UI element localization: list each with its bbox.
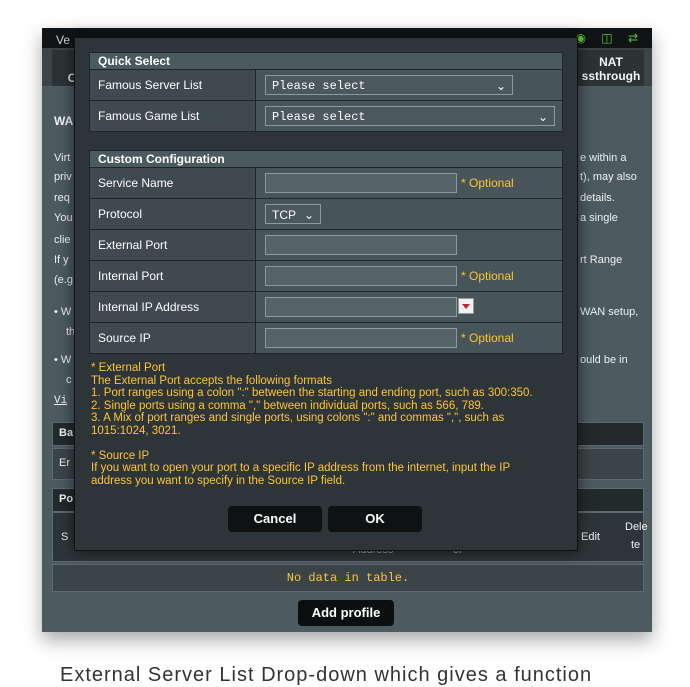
service-name-input[interactable] <box>265 173 457 193</box>
internal-ip-label: Internal IP Address <box>90 292 256 322</box>
bg-text-line: Virt <box>54 152 71 164</box>
tab-nat-line2: ssthrough <box>581 69 641 83</box>
famous-server-label: Famous Server List <box>90 70 256 100</box>
bg-text-line: e within a <box>580 152 627 164</box>
famous-game-label: Famous Game List <box>90 101 256 131</box>
no-data-row: No data in table. <box>52 564 644 592</box>
internal-port-label: Internal Port <box>90 261 256 291</box>
famous-server-row: Famous Server List Please select ⌄ <box>89 70 563 101</box>
internal-ip-row: Internal IP Address <box>89 292 563 323</box>
service-name-row: Service Name * Optional <box>89 168 563 199</box>
quick-select-title: Quick Select <box>89 52 563 70</box>
col-delete: Dele <box>625 521 648 533</box>
famous-game-select[interactable]: Please select ⌄ <box>265 106 555 126</box>
source-ip-input[interactable] <box>265 328 457 348</box>
bar-label: Er <box>59 457 70 469</box>
bg-bullet-cont: c <box>66 374 72 386</box>
col-edit: Edit <box>581 531 600 543</box>
custom-config-title: Custom Configuration <box>89 150 563 168</box>
note-line: 1015:1024, 3021. <box>91 424 181 437</box>
bg-text-line: details. <box>580 192 615 204</box>
bar-label: Ba <box>59 427 74 439</box>
optional-hint: * Optional <box>461 176 514 190</box>
chevron-down-icon: ⌄ <box>303 208 314 222</box>
internal-port-row: Internal Port * Optional <box>89 261 563 292</box>
note-line: * Source IP <box>91 449 150 462</box>
bg-text-line: ould be in <box>580 354 628 366</box>
note-spacer <box>91 438 563 450</box>
ok-button[interactable]: OK <box>328 506 422 532</box>
note-line: If you want to open your port to a speci… <box>91 462 511 475</box>
bg-text-line: (e.g <box>54 274 73 286</box>
firmware-label: Ve <box>56 33 71 47</box>
protocol-select[interactable]: TCP ⌄ <box>265 204 321 224</box>
famous-server-value: Please select <box>272 79 366 93</box>
bg-text-line: clie <box>54 234 71 246</box>
external-port-input[interactable] <box>265 235 457 255</box>
chevron-down-icon: ⌄ <box>495 79 506 93</box>
bg-text-line: priv <box>54 171 72 183</box>
bg-text-line: rt Range <box>580 254 623 266</box>
note-line: * External Port <box>91 362 166 374</box>
caption-text: External Server List Drop-down which giv… <box>60 664 593 686</box>
external-port-label: External Port <box>90 230 256 260</box>
bg-text-line: You <box>54 212 73 224</box>
bg-bullet: • W <box>54 354 72 366</box>
optional-hint: * Optional <box>461 269 514 283</box>
help-notes: * External Port The External Port accept… <box>89 362 563 487</box>
tab-nat-line1: NAT <box>599 55 623 69</box>
col-service: S <box>61 531 69 543</box>
cancel-button[interactable]: Cancel <box>228 506 322 532</box>
bg-text-line: a single <box>580 212 618 224</box>
internal-port-input[interactable] <box>265 266 457 286</box>
bg-text-line: If y <box>54 254 69 266</box>
note-line: 2. Single ports using a comma "," betwee… <box>91 399 484 412</box>
external-port-row: External Port <box>89 230 563 261</box>
protocol-label: Protocol <box>90 199 256 229</box>
note-line: address you want to specify in the Sourc… <box>91 474 346 487</box>
optional-hint: * Optional <box>461 331 514 345</box>
section-heading: WA <box>54 114 74 128</box>
note-line: 1. Port ranges using a colon ":" between… <box>91 387 533 400</box>
protocol-value: TCP <box>272 208 296 222</box>
bg-link[interactable]: Vi <box>54 395 67 407</box>
famous-game-row: Famous Game List Please select ⌄ <box>89 101 563 132</box>
port-forward-modal: Quick Select Famous Server List Please s… <box>74 37 578 551</box>
tab-nat-passthrough[interactable]: NAT ssthrough <box>578 50 644 86</box>
bg-text-line: req <box>54 192 70 204</box>
source-ip-label: Source IP <box>90 323 256 353</box>
chevron-down-icon: ⌄ <box>537 110 548 124</box>
status-icons[interactable]: ◉ ◫ ⇄ <box>575 31 644 45</box>
note-line: 3. A Mix of port ranges and single ports… <box>91 412 505 425</box>
famous-game-value: Please select <box>272 110 366 124</box>
bg-text-line: WAN setup, <box>580 306 639 318</box>
bg-text-line: t), may also <box>580 171 637 183</box>
source-ip-row: Source IP * Optional <box>89 323 563 354</box>
col-delete-2: te <box>631 539 641 551</box>
famous-server-select[interactable]: Please select ⌄ <box>265 75 513 95</box>
internal-ip-input[interactable] <box>265 297 457 317</box>
add-profile-button[interactable]: Add profile <box>298 600 394 626</box>
dropdown-arrow-icon[interactable] <box>458 298 474 314</box>
note-line: The External Port accepts the following … <box>91 374 332 387</box>
protocol-row: Protocol TCP ⌄ <box>89 199 563 230</box>
service-name-label: Service Name <box>90 168 256 198</box>
bar-label: Po <box>59 493 74 505</box>
bg-bullet: • W <box>54 306 72 318</box>
